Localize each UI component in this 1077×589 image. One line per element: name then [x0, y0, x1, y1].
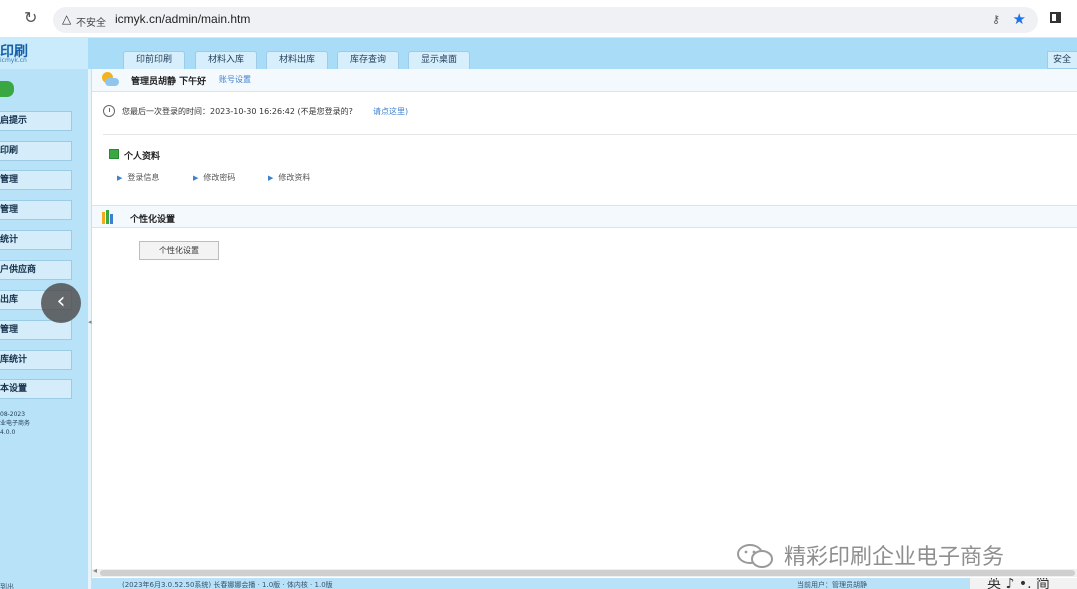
personalization-button[interactable]: 个性化设置: [139, 241, 219, 260]
browser-toolbar: ↻ △ 不安全 icmyk.cn/admin/main.htm ⚷ ★: [0, 0, 1077, 38]
greeting-text: 管理员胡静 下午好: [131, 77, 207, 87]
status-bar: (2023年6月3.0.52.50系统) 长春娜娜会播 · 1.0版 · 体内核…: [92, 578, 1077, 589]
sidebar-item-warehouse-stats[interactable]: 库统计: [0, 350, 72, 370]
login-info-label[interactable]: 登录信息: [127, 173, 159, 182]
tab-material-in[interactable]: 材料入库: [195, 51, 257, 69]
edit-profile-link[interactable]: ▶ 修改资料: [268, 172, 310, 183]
change-password-label[interactable]: 修改密码: [203, 173, 235, 182]
sidebar-splitter[interactable]: [88, 69, 92, 589]
personalization-header: 个性化设置: [92, 205, 1077, 228]
scroll-left-icon[interactable]: ◂: [93, 566, 97, 575]
bookmark-star-icon[interactable]: ★: [1013, 10, 1026, 28]
tab-prepress[interactable]: 印前印刷: [123, 51, 185, 69]
triangle-icon: ▶: [268, 174, 274, 182]
reload-icon[interactable]: ↻: [24, 8, 37, 27]
warning-triangle-icon[interactable]: △: [62, 12, 71, 26]
app-top-bar: 印刷 icmyk.cn 印前印刷 材料入库 材料出库 库存查询 显示桌面 安全: [0, 38, 1077, 69]
watermark-text: 精彩印刷企业电子商务: [784, 545, 1005, 570]
tab-show-desktop[interactable]: 显示桌面: [408, 51, 470, 69]
menu-icon: [0, 81, 14, 97]
personalization-title: 个性化设置: [130, 215, 176, 225]
sidebar-item-manage-3[interactable]: 管理: [0, 320, 72, 340]
profile-title: 个人资料: [124, 152, 161, 162]
not-secure-label[interactable]: 不安全: [76, 14, 106, 29]
scrollbar-thumb[interactable]: [100, 570, 1075, 576]
tab-inventory[interactable]: 库存查询: [337, 51, 399, 69]
sidebar: 启提示 印刷 管理 管理 统计 户供应商 出库 管理 库统计 本设置 08-20…: [0, 69, 88, 589]
sidebar-bottom-text: 到出: [0, 583, 14, 589]
logo: 印刷 icmyk.cn: [0, 38, 88, 69]
edit-profile-label[interactable]: 修改资料: [278, 173, 310, 182]
logo-subtext: icmyk.cn: [0, 57, 27, 64]
tab-material-out[interactable]: 材料出库: [266, 51, 328, 69]
last-login-row: 您最后一次登录的时间：2023-10-30 16:26:42 (不是您登录的? …: [103, 105, 1077, 123]
sidebar-item-manage-1[interactable]: 管理: [0, 170, 72, 190]
last-login-text: 您最后一次登录的时间：2023-10-30 16:26:42 (不是您登录的?: [122, 107, 353, 116]
status-left-text: (2023年6月3.0.52.50系统) 长春娜娜会播 · 1.0版 · 体内核…: [122, 581, 333, 589]
clock-icon: [103, 105, 115, 117]
url-text[interactable]: icmyk.cn/admin/main.htm: [115, 12, 250, 26]
triangle-icon: ▶: [117, 174, 123, 182]
greeting-bar: 管理员胡静 下午好 账号设置: [92, 69, 1077, 92]
click-here-link[interactable]: 请点这里): [373, 106, 408, 117]
triangle-icon: ▶: [193, 174, 199, 182]
wechat-logo-icon: [737, 544, 773, 568]
account-settings-link[interactable]: 账号设置: [219, 74, 251, 85]
horizontal-scrollbar[interactable]: ◂: [92, 566, 1077, 577]
divider: [103, 134, 1077, 135]
books-icon: [102, 210, 114, 224]
sidebar-item-stats[interactable]: 统计: [0, 230, 72, 250]
back-chevron-icon[interactable]: ‹: [41, 283, 81, 323]
status-user-text: 当前用户：管理员胡静: [797, 581, 867, 589]
safe-exit-link[interactable]: 安全: [1047, 51, 1077, 69]
sidebar-item-basic-settings[interactable]: 本设置: [0, 379, 72, 399]
sidebar-item-suppliers[interactable]: 户供应商: [0, 260, 72, 280]
sidebar-item-manage-2[interactable]: 管理: [0, 200, 72, 220]
sidebar-company: 业电子商务: [0, 420, 31, 427]
ime-indicator[interactable]: 英 ♪ •. 简: [970, 578, 1077, 589]
profile-icon: [109, 149, 119, 159]
weather-icon: [101, 72, 119, 87]
login-info-link[interactable]: ▶ 登录信息: [117, 172, 159, 183]
change-password-link[interactable]: ▶ 修改密码: [193, 172, 235, 183]
sidebar-item-print[interactable]: 印刷: [0, 141, 72, 161]
address-bar[interactable]: △ 不安全 icmyk.cn/admin/main.htm ⚷ ★: [53, 7, 1038, 33]
sidebar-item-tips[interactable]: 启提示: [0, 111, 72, 131]
password-key-icon[interactable]: ⚷: [992, 13, 1000, 26]
side-panel-icon[interactable]: [1050, 12, 1061, 23]
collapse-arrow-icon[interactable]: ◂: [88, 318, 92, 326]
sidebar-version: 4.0.0: [0, 429, 16, 436]
sidebar-copyright: 08-2023: [0, 411, 26, 418]
